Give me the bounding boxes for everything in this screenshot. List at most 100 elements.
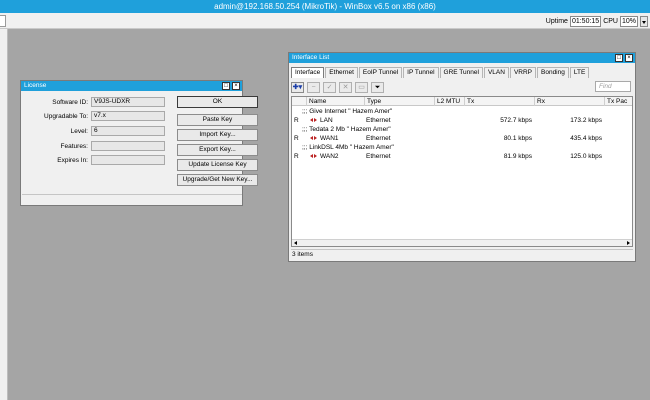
app-title: admin@192.168.50.254 (MikroTik) - WinBox…	[214, 2, 436, 11]
column-header-tx-packets[interactable]: Tx Pac	[604, 97, 632, 106]
upgradable-to-label: Upgradable To:	[44, 112, 88, 120]
row-name: WAN2	[320, 153, 339, 160]
cpu-value: 10%	[619, 15, 638, 27]
import-key-button[interactable]: Import Key...	[177, 129, 258, 141]
close-icon[interactable]: ×	[625, 54, 633, 62]
column-header-l2mtu[interactable]: L2 MTU	[434, 97, 464, 106]
column-header-type[interactable]: Type	[364, 97, 434, 106]
add-icon[interactable]: ✚▾	[291, 81, 304, 93]
update-license-key-button[interactable]: Update License Key	[177, 159, 258, 171]
table-row-comment[interactable]: ;;; LinkDSL 4Mb " Hazem Amer"	[292, 143, 632, 152]
uptime-label: Uptime	[545, 17, 568, 25]
row-flag: R	[294, 135, 299, 142]
row-type: Ethernet	[366, 153, 391, 160]
row-name-cell: LAN	[308, 116, 364, 125]
upgrade-get-new-key-button[interactable]: Upgrade/Get New Key...	[177, 174, 258, 186]
level-label: Level:	[70, 127, 88, 135]
interface-icon	[310, 153, 319, 159]
row-comment: ;;; LinkDSL 4Mb " Hazem Amer"	[302, 144, 394, 151]
expires-in-label: Expires In:	[57, 156, 88, 164]
row-name-cell: WAN2	[308, 152, 364, 161]
side-menu-strip	[0, 29, 8, 400]
row-name-cell: WAN1	[308, 134, 364, 143]
table-row[interactable]: R LAN Ethernet 572.7 kbps 173.2 kbps	[292, 116, 632, 125]
filter-icon[interactable]: ⏷	[371, 81, 384, 93]
disable-icon[interactable]: ✕	[339, 81, 352, 93]
row-flag: R	[294, 117, 299, 124]
license-status-bar	[22, 194, 242, 204]
row-rx: 125.0 kbps	[570, 153, 602, 160]
scroll-left-icon[interactable]	[294, 241, 297, 245]
features-label: Features:	[60, 142, 88, 150]
interface-icon	[310, 117, 319, 123]
scroll-right-icon[interactable]	[627, 241, 630, 245]
expires-in-row: Expires In:	[25, 155, 165, 165]
license-title: License	[24, 82, 47, 89]
row-rx: 435.4 kbps	[570, 135, 602, 142]
row-name: WAN1	[320, 135, 339, 142]
enable-icon[interactable]: ✓	[323, 81, 336, 93]
features-field	[91, 141, 165, 151]
row-flag: R	[294, 153, 299, 160]
status-area: Uptime 01:50:15 CPU 10%	[546, 15, 648, 27]
row-type: Ethernet	[366, 117, 391, 124]
column-header-name[interactable]: Name	[306, 97, 364, 106]
table-row[interactable]: R WAN2 Ethernet 81.9 kbps 125.0 kbps	[292, 152, 632, 161]
tab-lte[interactable]: LTE	[569, 67, 590, 78]
tab-gre-tunnel[interactable]: GRE Tunnel	[439, 67, 483, 78]
software-id-row: Software ID: V9JS-UDXR	[25, 97, 165, 107]
row-rx: 173.2 kbps	[570, 117, 602, 124]
row-comment: ;;; Give Internet " Hazem Amer"	[302, 108, 393, 115]
item-count: 3 items	[291, 249, 633, 259]
paste-key-button[interactable]: Paste Key	[177, 114, 258, 126]
cpu-dropdown-icon[interactable]	[640, 15, 648, 27]
tab-ethernet[interactable]: Ethernet	[325, 67, 358, 78]
tab-ip-tunnel[interactable]: IP Tunnel	[403, 67, 439, 78]
cpu-label: CPU	[603, 17, 618, 25]
table-header: Name Type L2 MTU Tx Rx Tx Pac	[292, 97, 632, 106]
upgradable-to-field: v7.x	[91, 111, 165, 121]
maximize-icon[interactable]: □	[615, 54, 623, 62]
tab-vrrp[interactable]: VRRP	[509, 67, 536, 78]
interface-list-window: Interface List □ × Interface Ethernet Eo…	[288, 52, 636, 262]
export-key-button[interactable]: Export Key...	[177, 144, 258, 156]
upgradable-to-row: Upgradable To: v7.x	[25, 111, 165, 121]
software-id-field: V9JS-UDXR	[91, 97, 165, 107]
table-row-comment[interactable]: ;;; Give Internet " Hazem Amer"	[292, 107, 632, 116]
features-row: Features:	[25, 141, 165, 151]
uptime-value: 01:50:15	[569, 15, 602, 27]
find-input[interactable]: Find	[595, 81, 631, 92]
tab-eoip-tunnel[interactable]: EoIP Tunnel	[358, 67, 403, 78]
row-tx: 81.9 kbps	[503, 153, 532, 160]
maximize-icon[interactable]: □	[222, 82, 230, 90]
row-comment: ;;; Tedata 2 Mb " Hazem Amer"	[302, 126, 391, 133]
main-toolbar: Uptime 01:50:15 CPU 10%	[0, 13, 650, 29]
row-name: LAN	[320, 117, 333, 124]
interface-tabs: Interface Ethernet EoIP Tunnel IP Tunnel…	[291, 67, 590, 78]
toolbar-left-field[interactable]	[0, 15, 6, 27]
close-icon[interactable]: ×	[232, 82, 240, 90]
ok-button[interactable]: OK	[177, 96, 258, 108]
level-row: Level: 6	[25, 126, 165, 136]
list-toolbar: ✚▾ − ✓ ✕ ▭ ⏷ Find	[291, 81, 633, 93]
row-tx: 80.1 kbps	[503, 135, 532, 142]
tab-interface[interactable]: Interface	[291, 67, 325, 78]
license-window: License □ × Software ID: V9JS-UDXR Upgra…	[20, 80, 258, 206]
tab-bonding[interactable]: Bonding	[537, 67, 569, 78]
table-row[interactable]: R WAN1 Ethernet 80.1 kbps 435.4 kbps	[292, 134, 632, 143]
column-header-rx[interactable]: Rx	[534, 97, 604, 106]
level-field: 6	[91, 126, 165, 136]
interface-list-title-bar[interactable]: Interface List □ ×	[289, 53, 635, 63]
software-id-label: Software ID:	[52, 98, 88, 106]
column-header-tx[interactable]: Tx	[464, 97, 534, 106]
row-tx: 572.7 kbps	[500, 117, 532, 124]
interface-table: Name Type L2 MTU Tx Rx Tx Pac ;;; Give I…	[291, 96, 633, 247]
tab-vlan[interactable]: VLAN	[483, 67, 509, 78]
comment-icon[interactable]: ▭	[355, 81, 368, 93]
remove-icon[interactable]: −	[307, 81, 320, 93]
table-row-comment[interactable]: ;;; Tedata 2 Mb " Hazem Amer"	[292, 125, 632, 134]
interface-list-title: Interface List	[292, 54, 330, 61]
horizontal-scrollbar[interactable]	[292, 239, 632, 246]
license-title-bar[interactable]: License □ ×	[21, 81, 242, 91]
row-type: Ethernet	[366, 135, 391, 142]
